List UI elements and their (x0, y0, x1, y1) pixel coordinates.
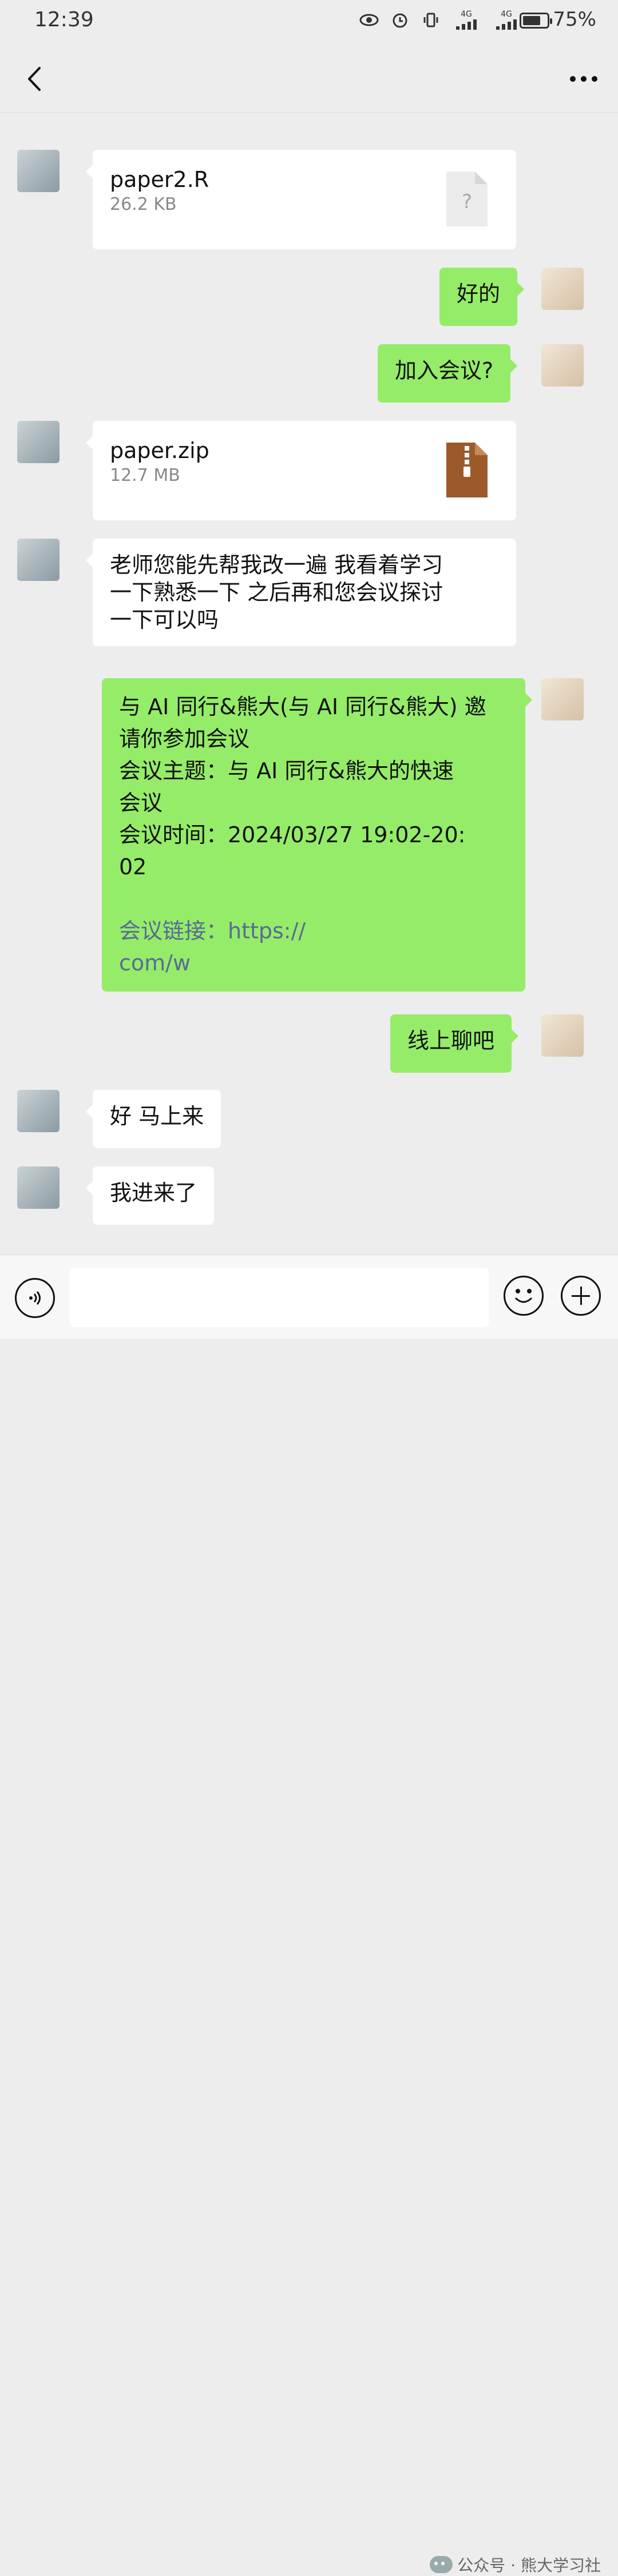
input-bar: 公众号 · 熊大学习社 (0, 1255, 618, 2575)
battery-percent: 75% (553, 8, 596, 31)
back-button[interactable] (17, 62, 52, 96)
unknown-file-icon: ? (446, 172, 488, 226)
status-icons: 4G 4G (359, 10, 521, 30)
message-text-line: 老师您能先帮我改一遍 我看着学习 (110, 552, 443, 578)
more-button[interactable] (566, 62, 601, 96)
message-input[interactable] (70, 1268, 489, 1327)
chat-header (0, 45, 618, 113)
invite-line: 请你参加会议 (119, 726, 250, 751)
message-text: 我进来了 (110, 1180, 197, 1205)
message-text-line: 一下可以吗 (110, 607, 219, 632)
message-bubble[interactable]: 老师您能先帮我改一遍 我看着学习 一下熟悉一下 之后再和您会议探讨 一下可以吗 (86, 539, 516, 646)
watermark: 公众号 · 熊大学习社 (430, 2553, 601, 2576)
voice-button[interactable] (15, 1278, 55, 1318)
wechat-icon (430, 2556, 453, 2573)
zip-file-icon (446, 443, 488, 497)
emoji-icon (514, 1289, 533, 1303)
invite-line: 与 AI 同行&熊大(与 AI 同行&熊大) 邀 (119, 694, 486, 719)
invite-line: 会议主题：与 AI 同行&熊大的快速 (119, 758, 454, 783)
vibrate-icon (421, 10, 441, 30)
avatar[interactable] (17, 150, 60, 192)
eye-icon (359, 10, 379, 30)
file-size: 26.2 KB (110, 194, 177, 214)
message-text: 线上聊吧 (407, 1028, 495, 1053)
file-message[interactable]: paper2.R 26.2 KB ? (86, 150, 516, 249)
alarm-icon (390, 10, 410, 30)
meeting-invite-bubble[interactable]: 与 AI 同行&熊大(与 AI 同行&熊大) 邀 请你参加会议 会议主题：与 A… (102, 678, 532, 992)
invite-line (119, 883, 508, 915)
invite-line: 会议 (119, 790, 163, 815)
voice-icon (29, 1291, 41, 1305)
battery-fill (523, 16, 540, 25)
file-message[interactable]: paper.zip 12.7 MB (86, 421, 516, 520)
file-name: paper2.R (110, 167, 209, 192)
chevron-left-icon (28, 67, 41, 91)
signal-icon-1: 4G (452, 10, 481, 30)
message-bubble[interactable]: 加入会议? (378, 344, 518, 403)
avatar[interactable] (541, 678, 584, 720)
plus-button[interactable] (561, 1276, 601, 1316)
chat-area[interactable]: paper2.R 26.2 KB ? 好的 加入会议? paper.zip 12… (0, 112, 618, 1252)
message-bubble[interactable]: 线上聊吧 (390, 1014, 519, 1073)
chat-title (200, 61, 418, 95)
avatar[interactable] (17, 421, 60, 463)
unknown-file-glyph: ? (462, 190, 472, 213)
message-text: 好 马上来 (110, 1104, 204, 1129)
avatar[interactable] (17, 1166, 60, 1209)
message-bubble[interactable]: 好 马上来 (85, 1090, 221, 1148)
avatar[interactable] (541, 268, 584, 310)
message-bubble[interactable]: 我进来了 (85, 1166, 215, 1225)
message-bubble[interactable]: 好的 (439, 268, 525, 326)
message-text: 好的 (457, 281, 501, 306)
signal-icon-2: 4G (492, 10, 521, 30)
file-size: 12.7 MB (110, 465, 180, 485)
status-time: 12:39 (34, 8, 94, 31)
meeting-link[interactable]: 会议链接：https:// (119, 915, 508, 947)
emoji-button[interactable] (504, 1276, 544, 1316)
avatar[interactable] (541, 1014, 584, 1057)
watermark-text: 公众号 · 熊大学习社 (457, 2556, 601, 2575)
invite-line: 会议时间：2024/03/27 19:02-20: (119, 822, 466, 847)
avatar[interactable] (541, 344, 584, 387)
invite-line: 02 (119, 854, 147, 879)
battery-icon (520, 13, 552, 29)
avatar[interactable] (17, 1090, 60, 1132)
more-dots-icon (570, 76, 597, 82)
message-text-line: 一下熟悉一下 之后再和您会议探讨 (110, 580, 443, 605)
avatar[interactable] (17, 539, 60, 581)
file-name: paper.zip (110, 438, 209, 463)
message-text: 加入会议? (395, 358, 494, 383)
meeting-link[interactable]: com/w (119, 947, 508, 979)
status-bar: 12:39 4G 4G 75% (0, 0, 618, 45)
